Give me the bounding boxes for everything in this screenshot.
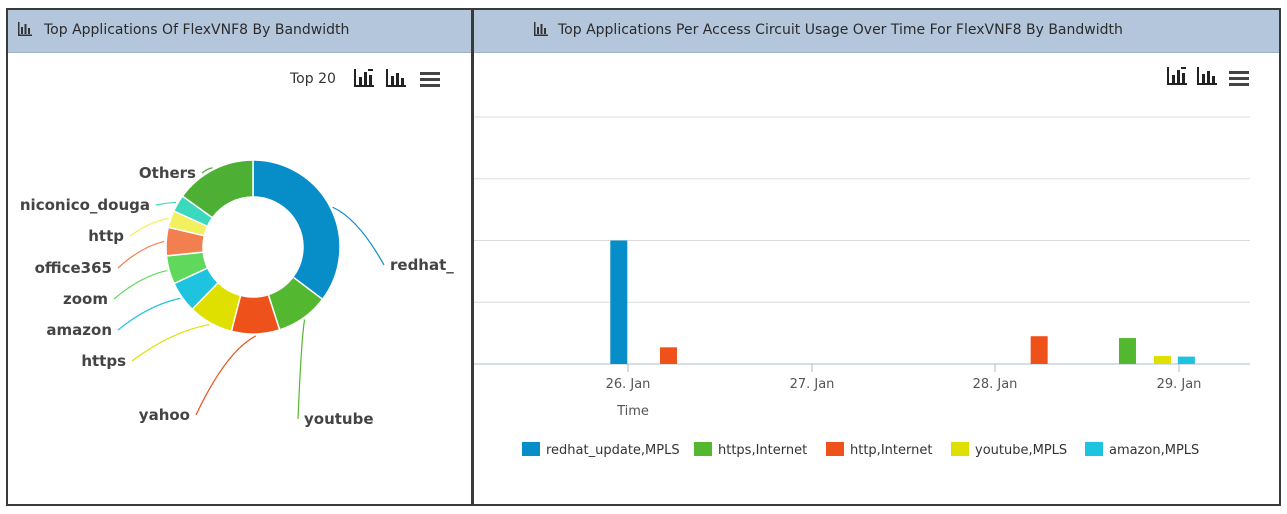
column-chart: 26. Jan 27. Jan 28. Jan 29. Jan Time [474,116,1250,419]
legend-item[interactable]: redhat_update,MPLS [522,442,680,458]
legend-item[interactable]: amazon,MPLS [1085,442,1199,458]
legend-swatch [694,442,712,456]
legend-swatch [951,442,969,456]
x-tick-label: 26. Jan [606,377,651,392]
bar[interactable] [1177,356,1195,364]
pie-label: niconico_douga [20,196,150,214]
pie-label: redhat_ [390,256,454,274]
pie-connector [297,319,306,420]
bar[interactable] [1153,355,1171,364]
legend-label: http,Internet [850,443,933,458]
pie-connector [155,201,177,206]
x-tick-label: 27. Jan [790,377,835,392]
legend-item[interactable]: https,Internet [694,442,807,458]
legend-label: amazon,MPLS [1109,443,1200,458]
legend-swatch [1085,442,1103,456]
pie-label: Others [139,164,196,182]
legend-label: youtube,MPLS [975,443,1068,458]
pie-label: office365 [35,259,112,277]
left-panel: Top Applications Of FlexVNF8 By Bandwidt… [6,8,473,506]
pie-label: yahoo [139,406,190,424]
x-tick-label: 28. Jan [973,377,1018,392]
pie-slice[interactable] [252,159,341,301]
donut-chart: redhat_youtube yahoo https amazon zoom office… [20,159,454,428]
legend-item[interactable]: youtube,MPLS [951,442,1067,458]
panel-header: Top Applications Per Access Circuit Usag… [474,10,1279,53]
pie-label: zoom [63,290,108,308]
legend-item[interactable]: http,Internet [826,442,932,458]
pie-connector [129,217,169,237]
pie-label: http [88,227,124,245]
bar-chart-icon [534,22,548,36]
pie-connector [195,335,256,416]
pie-label: https [81,352,126,370]
pie-connector [117,297,181,331]
pie-label: amazon [46,321,112,339]
bar-chart-icon [18,22,32,36]
panel-title: Top Applications Per Access Circuit Usag… [558,22,1123,38]
panel-title: Top Applications Of FlexVNF8 By Bandwidt… [44,22,350,38]
bar[interactable] [659,347,677,364]
legend-label: redhat_update,MPLS [546,443,680,458]
legend-label: https,Internet [718,443,808,458]
legend-swatch [522,442,540,456]
x-tick-label: 29. Jan [1157,377,1202,392]
pie-connector [117,240,165,269]
right-panel: Top Applications Per Access Circuit Usag… [472,8,1281,506]
pie-connector [113,269,168,300]
bar[interactable] [1118,338,1136,364]
legend-swatch [826,442,844,456]
bar[interactable] [610,240,628,365]
pie-label: youtube [304,410,374,428]
pie-connector [131,323,210,362]
x-axis-title: Time [616,404,649,419]
panel-header: Top Applications Of FlexVNF8 By Bandwidt… [8,10,471,53]
bar[interactable] [1030,336,1048,364]
pie-connector [332,206,385,266]
